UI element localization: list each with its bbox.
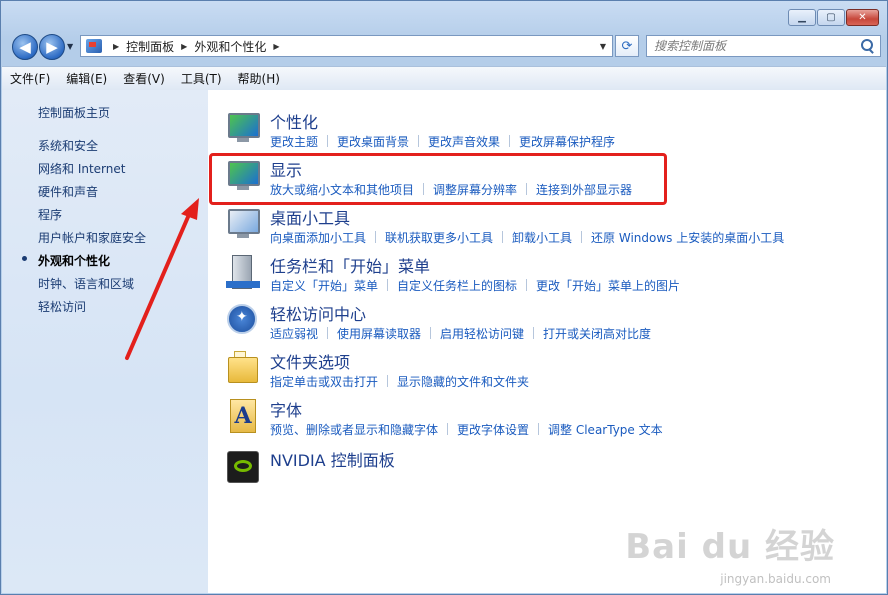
task-link[interactable]: 还原 Windows 上安装的桌面小工具: [591, 229, 784, 246]
breadcrumb-control-panel[interactable]: 控制面板: [126, 38, 174, 55]
refresh-button[interactable]: ⟳: [615, 35, 639, 57]
category-links: 自定义「开始」菜单 自定义任务栏上的图标 更改「开始」菜单上的图片: [270, 277, 680, 294]
navigation-pane: 控制面板主页 系统和安全 网络和 Internet 硬件和声音 程序 用户帐户和…: [2, 90, 208, 593]
task-link[interactable]: 启用轻松访问键: [440, 325, 524, 342]
task-link[interactable]: 放大或缩小文本和其他项目: [270, 181, 414, 198]
category-links: 适应弱视 使用屏幕读取器 启用轻松访问键 打开或关闭高对比度: [270, 325, 651, 342]
task-link[interactable]: 使用屏幕读取器: [337, 325, 421, 342]
minimize-button[interactable]: ▁: [788, 9, 816, 26]
back-button[interactable]: ◀: [12, 34, 38, 60]
maximize-button[interactable]: ▢: [817, 9, 845, 26]
control-panel-icon: [86, 39, 102, 53]
task-link[interactable]: 更改主题: [270, 133, 318, 150]
task-link[interactable]: 连接到外部显示器: [536, 181, 632, 198]
category-folder-options: 文件夹选项 指定单击或双击打开 显示隐藏的文件和文件夹: [208, 349, 868, 393]
nvidia-icon[interactable]: [226, 449, 260, 483]
task-link[interactable]: 自定义任务栏上的图标: [397, 277, 517, 294]
menu-view[interactable]: 查看(V): [115, 70, 173, 87]
task-link[interactable]: 适应弱视: [270, 325, 318, 342]
close-button[interactable]: ✕: [846, 9, 879, 26]
task-link[interactable]: 调整 ClearType 文本: [548, 421, 663, 438]
category-links: 指定单击或双击打开 显示隐藏的文件和文件夹: [270, 373, 529, 390]
category-title[interactable]: 文件夹选项: [270, 349, 350, 373]
task-link[interactable]: 向桌面添加小工具: [270, 229, 366, 246]
sidebar-item-hardware-sound[interactable]: 硬件和声音: [38, 183, 98, 200]
control-panel-window: ▁ ▢ ✕ ◀ ▶ ▼ ▶ 控制面板 ▶ 外观和个性化 ▶ ▼ ⟳ 文件(F) …: [0, 0, 888, 595]
task-link[interactable]: 指定单击或双击打开: [270, 373, 378, 390]
task-link[interactable]: 显示隐藏的文件和文件夹: [397, 373, 529, 390]
task-link[interactable]: 打开或关闭高对比度: [543, 325, 651, 342]
address-bar[interactable]: ▶ 控制面板 ▶ 外观和个性化 ▶ ▼: [80, 35, 613, 57]
gadgets-icon[interactable]: [226, 207, 260, 241]
refresh-icon: ⟳: [621, 38, 633, 54]
taskbar-icon[interactable]: [226, 255, 260, 289]
category-links: 预览、删除或者显示和隐藏字体 更改字体设置 调整 ClearType 文本: [270, 421, 663, 438]
category-nvidia: NVIDIA 控制面板: [208, 447, 868, 491]
category-title[interactable]: 任务栏和「开始」菜单: [270, 253, 430, 277]
ease-of-access-icon[interactable]: [226, 303, 260, 337]
recent-pages-dropdown[interactable]: ▼: [67, 42, 73, 51]
navigation-row: ◀ ▶ ▼ ▶ 控制面板 ▶ 外观和个性化 ▶ ▼ ⟳: [9, 34, 881, 60]
menu-file[interactable]: 文件(F): [2, 70, 58, 87]
category-ease-of-access: 轻松访问中心 适应弱视 使用屏幕读取器 启用轻松访问键 打开或关闭高对比度: [208, 301, 868, 345]
search-box[interactable]: [646, 35, 881, 57]
watermark: Bai du 经验: [625, 527, 835, 567]
task-link[interactable]: 预览、删除或者显示和隐藏字体: [270, 421, 438, 438]
watermark-url: jingyan.baidu.com: [720, 572, 831, 586]
task-link[interactable]: 更改字体设置: [457, 421, 529, 438]
chevron-right-icon[interactable]: ▶: [181, 42, 187, 51]
category-links: 向桌面添加小工具 联机获取更多小工具 卸载小工具 还原 Windows 上安装的…: [270, 229, 784, 246]
task-link[interactable]: 更改声音效果: [428, 133, 500, 150]
category-fonts: A 字体 预览、删除或者显示和隐藏字体 更改字体设置 调整 ClearType …: [208, 397, 868, 441]
category-title[interactable]: 字体: [270, 397, 302, 421]
caption-buttons: ▁ ▢ ✕: [788, 9, 879, 26]
sidebar-item-system-security[interactable]: 系统和安全: [38, 137, 98, 154]
category-title[interactable]: NVIDIA 控制面板: [270, 447, 395, 471]
display-icon[interactable]: [226, 159, 260, 193]
category-gadgets: 桌面小工具 向桌面添加小工具 联机获取更多小工具 卸载小工具 还原 Window…: [208, 205, 868, 249]
task-link[interactable]: 更改「开始」菜单上的图片: [536, 277, 680, 294]
chevron-right-icon[interactable]: ▶: [113, 42, 119, 51]
sidebar-item-home[interactable]: 控制面板主页: [38, 104, 110, 121]
task-link[interactable]: 调整屏幕分辨率: [433, 181, 517, 198]
category-title[interactable]: 显示: [270, 157, 302, 181]
sidebar-item-appearance[interactable]: 外观和个性化: [38, 252, 110, 269]
task-link[interactable]: 卸载小工具: [512, 229, 572, 246]
search-input[interactable]: [652, 38, 859, 54]
sidebar-item-network[interactable]: 网络和 Internet: [38, 160, 125, 177]
menu-help[interactable]: 帮助(H): [230, 70, 288, 87]
chevron-down-icon[interactable]: ▼: [600, 42, 606, 51]
menu-tools[interactable]: 工具(T): [173, 70, 230, 87]
content-pane: 个性化 更改主题 更改桌面背景 更改声音效果 更改屏幕保护程序 显示 放大或缩小…: [208, 90, 886, 593]
category-title[interactable]: 轻松访问中心: [270, 301, 366, 325]
category-taskbar: 任务栏和「开始」菜单 自定义「开始」菜单 自定义任务栏上的图标 更改「开始」菜单…: [208, 253, 868, 297]
task-link[interactable]: 更改桌面背景: [337, 133, 409, 150]
sidebar-item-programs[interactable]: 程序: [38, 206, 62, 223]
category-title[interactable]: 桌面小工具: [270, 205, 350, 229]
folder-options-icon[interactable]: [226, 351, 260, 385]
category-title[interactable]: 个性化: [270, 109, 318, 133]
sidebar-item-user-accounts[interactable]: 用户帐户和家庭安全: [38, 229, 146, 246]
breadcrumb-appearance[interactable]: 外观和个性化: [194, 38, 266, 55]
menu-bar: 文件(F) 编辑(E) 查看(V) 工具(T) 帮助(H): [2, 66, 886, 91]
chevron-right-icon[interactable]: ▶: [273, 42, 279, 51]
category-links: 更改主题 更改桌面背景 更改声音效果 更改屏幕保护程序: [270, 133, 615, 150]
sidebar-item-clock-language[interactable]: 时钟、语言和区域: [38, 275, 134, 292]
fonts-icon[interactable]: A: [226, 399, 260, 433]
task-link[interactable]: 更改屏幕保护程序: [519, 133, 615, 150]
task-link[interactable]: 自定义「开始」菜单: [270, 277, 378, 294]
forward-button[interactable]: ▶: [39, 34, 65, 60]
personalization-icon[interactable]: [226, 111, 260, 145]
current-item-bullet-icon: [22, 256, 27, 261]
menu-edit[interactable]: 编辑(E): [58, 70, 115, 87]
search-icon[interactable]: [859, 38, 875, 54]
category-links: 放大或缩小文本和其他项目 调整屏幕分辨率 连接到外部显示器: [270, 181, 632, 198]
category-personalization: 个性化 更改主题 更改桌面背景 更改声音效果 更改屏幕保护程序: [208, 109, 868, 153]
sidebar-item-ease-of-access[interactable]: 轻松访问: [38, 298, 86, 315]
category-display: 显示 放大或缩小文本和其他项目 调整屏幕分辨率 连接到外部显示器: [208, 157, 868, 201]
task-link[interactable]: 联机获取更多小工具: [385, 229, 493, 246]
